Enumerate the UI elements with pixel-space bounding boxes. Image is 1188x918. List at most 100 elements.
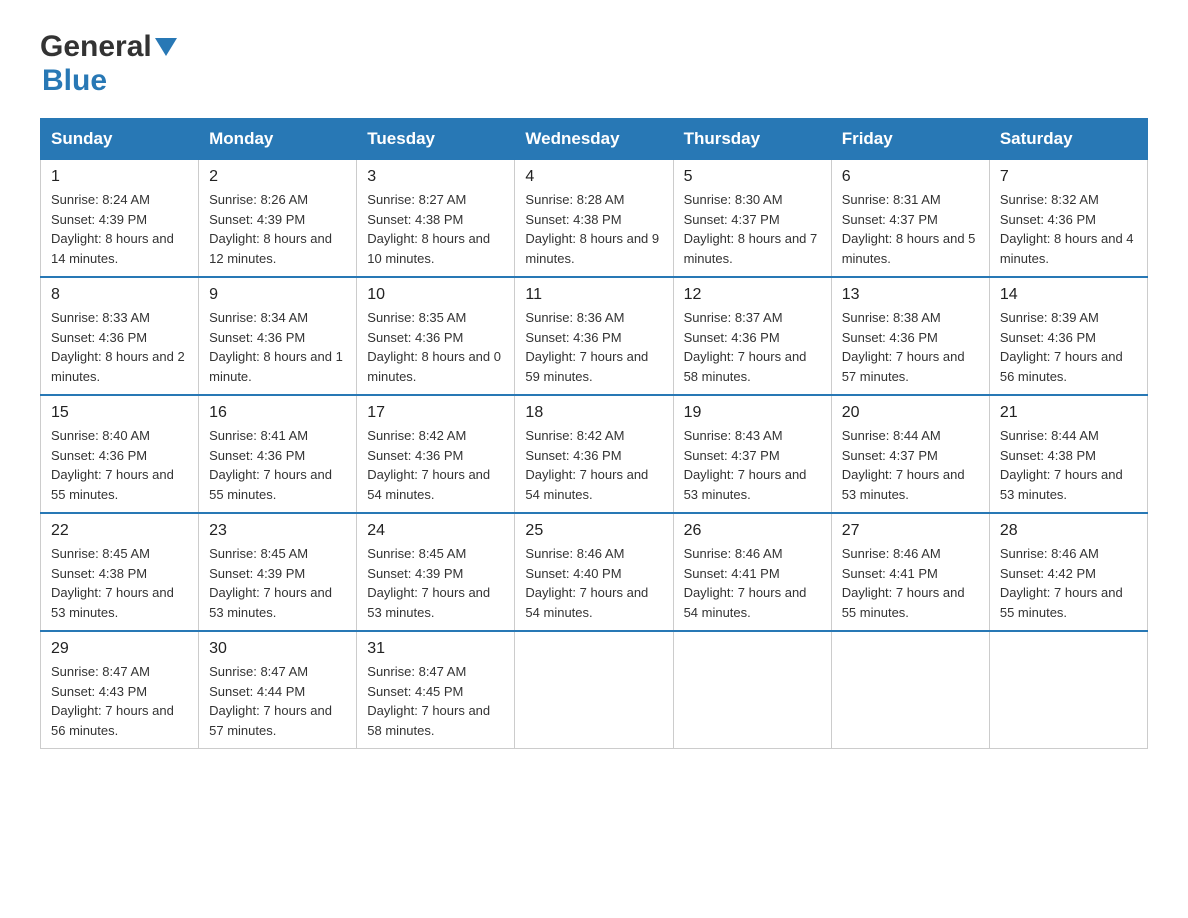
- day-number: 27: [842, 522, 979, 540]
- calendar-day-cell: 12 Sunrise: 8:37 AM Sunset: 4:36 PM Dayl…: [673, 277, 831, 395]
- day-info: Sunrise: 8:35 AM Sunset: 4:36 PM Dayligh…: [367, 308, 504, 386]
- calendar-day-cell: 30 Sunrise: 8:47 AM Sunset: 4:44 PM Dayl…: [199, 631, 357, 749]
- calendar-day-cell: 4 Sunrise: 8:28 AM Sunset: 4:38 PM Dayli…: [515, 160, 673, 278]
- day-info: Sunrise: 8:36 AM Sunset: 4:36 PM Dayligh…: [525, 308, 662, 386]
- day-number: 28: [1000, 522, 1137, 540]
- calendar-day-cell: 19 Sunrise: 8:43 AM Sunset: 4:37 PM Dayl…: [673, 395, 831, 513]
- day-number: 25: [525, 522, 662, 540]
- day-info: Sunrise: 8:27 AM Sunset: 4:38 PM Dayligh…: [367, 190, 504, 268]
- calendar-day-cell: 2 Sunrise: 8:26 AM Sunset: 4:39 PM Dayli…: [199, 160, 357, 278]
- calendar-day-cell: 10 Sunrise: 8:35 AM Sunset: 4:36 PM Dayl…: [357, 277, 515, 395]
- day-info: Sunrise: 8:46 AM Sunset: 4:40 PM Dayligh…: [525, 544, 662, 622]
- calendar-week-row: 15 Sunrise: 8:40 AM Sunset: 4:36 PM Dayl…: [41, 395, 1148, 513]
- day-info: Sunrise: 8:44 AM Sunset: 4:38 PM Dayligh…: [1000, 426, 1137, 504]
- day-number: 24: [367, 522, 504, 540]
- day-number: 8: [51, 286, 188, 304]
- calendar-day-cell: 9 Sunrise: 8:34 AM Sunset: 4:36 PM Dayli…: [199, 277, 357, 395]
- calendar-day-cell: 23 Sunrise: 8:45 AM Sunset: 4:39 PM Dayl…: [199, 513, 357, 631]
- day-info: Sunrise: 8:45 AM Sunset: 4:39 PM Dayligh…: [367, 544, 504, 622]
- calendar-week-row: 1 Sunrise: 8:24 AM Sunset: 4:39 PM Dayli…: [41, 160, 1148, 278]
- day-number: 14: [1000, 286, 1137, 304]
- calendar-day-cell: 1 Sunrise: 8:24 AM Sunset: 4:39 PM Dayli…: [41, 160, 199, 278]
- day-number: 31: [367, 640, 504, 658]
- day-number: 30: [209, 640, 346, 658]
- day-info: Sunrise: 8:37 AM Sunset: 4:36 PM Dayligh…: [684, 308, 821, 386]
- day-number: 5: [684, 168, 821, 186]
- calendar-day-cell: [673, 631, 831, 749]
- page-header: General Blue: [40, 30, 1148, 98]
- day-of-week-header: Friday: [831, 119, 989, 160]
- calendar-day-cell: 20 Sunrise: 8:44 AM Sunset: 4:37 PM Dayl…: [831, 395, 989, 513]
- calendar-day-cell: 16 Sunrise: 8:41 AM Sunset: 4:36 PM Dayl…: [199, 395, 357, 513]
- calendar-day-cell: 24 Sunrise: 8:45 AM Sunset: 4:39 PM Dayl…: [357, 513, 515, 631]
- day-of-week-header: Thursday: [673, 119, 831, 160]
- day-info: Sunrise: 8:30 AM Sunset: 4:37 PM Dayligh…: [684, 190, 821, 268]
- day-number: 1: [51, 168, 188, 186]
- calendar-day-cell: [831, 631, 989, 749]
- day-number: 13: [842, 286, 979, 304]
- day-info: Sunrise: 8:45 AM Sunset: 4:39 PM Dayligh…: [209, 544, 346, 622]
- calendar-day-cell: [515, 631, 673, 749]
- calendar-week-row: 8 Sunrise: 8:33 AM Sunset: 4:36 PM Dayli…: [41, 277, 1148, 395]
- day-number: 18: [525, 404, 662, 422]
- day-info: Sunrise: 8:31 AM Sunset: 4:37 PM Dayligh…: [842, 190, 979, 268]
- calendar-day-cell: 22 Sunrise: 8:45 AM Sunset: 4:38 PM Dayl…: [41, 513, 199, 631]
- day-of-week-header: Tuesday: [357, 119, 515, 160]
- day-number: 2: [209, 168, 346, 186]
- calendar-day-cell: 7 Sunrise: 8:32 AM Sunset: 4:36 PM Dayli…: [989, 160, 1147, 278]
- day-info: Sunrise: 8:43 AM Sunset: 4:37 PM Dayligh…: [684, 426, 821, 504]
- calendar-day-cell: 17 Sunrise: 8:42 AM Sunset: 4:36 PM Dayl…: [357, 395, 515, 513]
- day-info: Sunrise: 8:47 AM Sunset: 4:45 PM Dayligh…: [367, 662, 504, 740]
- day-info: Sunrise: 8:46 AM Sunset: 4:42 PM Dayligh…: [1000, 544, 1137, 622]
- day-number: 16: [209, 404, 346, 422]
- day-info: Sunrise: 8:46 AM Sunset: 4:41 PM Dayligh…: [842, 544, 979, 622]
- logo: General Blue: [40, 30, 177, 98]
- day-info: Sunrise: 8:38 AM Sunset: 4:36 PM Dayligh…: [842, 308, 979, 386]
- day-number: 6: [842, 168, 979, 186]
- day-number: 4: [525, 168, 662, 186]
- calendar-week-row: 22 Sunrise: 8:45 AM Sunset: 4:38 PM Dayl…: [41, 513, 1148, 631]
- calendar-day-cell: 14 Sunrise: 8:39 AM Sunset: 4:36 PM Dayl…: [989, 277, 1147, 395]
- day-number: 12: [684, 286, 821, 304]
- day-number: 11: [525, 286, 662, 304]
- day-number: 19: [684, 404, 821, 422]
- day-number: 10: [367, 286, 504, 304]
- day-info: Sunrise: 8:28 AM Sunset: 4:38 PM Dayligh…: [525, 190, 662, 268]
- calendar-day-cell: 31 Sunrise: 8:47 AM Sunset: 4:45 PM Dayl…: [357, 631, 515, 749]
- logo-general-text: General: [40, 30, 152, 64]
- logo-blue-text: Blue: [42, 64, 107, 97]
- calendar-day-cell: 29 Sunrise: 8:47 AM Sunset: 4:43 PM Dayl…: [41, 631, 199, 749]
- calendar-day-cell: 11 Sunrise: 8:36 AM Sunset: 4:36 PM Dayl…: [515, 277, 673, 395]
- day-number: 20: [842, 404, 979, 422]
- calendar-day-cell: 18 Sunrise: 8:42 AM Sunset: 4:36 PM Dayl…: [515, 395, 673, 513]
- day-info: Sunrise: 8:44 AM Sunset: 4:37 PM Dayligh…: [842, 426, 979, 504]
- day-number: 22: [51, 522, 188, 540]
- day-number: 3: [367, 168, 504, 186]
- day-info: Sunrise: 8:40 AM Sunset: 4:36 PM Dayligh…: [51, 426, 188, 504]
- day-info: Sunrise: 8:24 AM Sunset: 4:39 PM Dayligh…: [51, 190, 188, 268]
- day-info: Sunrise: 8:39 AM Sunset: 4:36 PM Dayligh…: [1000, 308, 1137, 386]
- day-of-week-header: Monday: [199, 119, 357, 160]
- day-number: 9: [209, 286, 346, 304]
- day-info: Sunrise: 8:32 AM Sunset: 4:36 PM Dayligh…: [1000, 190, 1137, 268]
- day-of-week-header: Wednesday: [515, 119, 673, 160]
- calendar-day-cell: 27 Sunrise: 8:46 AM Sunset: 4:41 PM Dayl…: [831, 513, 989, 631]
- day-info: Sunrise: 8:47 AM Sunset: 4:43 PM Dayligh…: [51, 662, 188, 740]
- day-info: Sunrise: 8:26 AM Sunset: 4:39 PM Dayligh…: [209, 190, 346, 268]
- calendar-day-cell: 6 Sunrise: 8:31 AM Sunset: 4:37 PM Dayli…: [831, 160, 989, 278]
- day-info: Sunrise: 8:33 AM Sunset: 4:36 PM Dayligh…: [51, 308, 188, 386]
- day-of-week-header: Saturday: [989, 119, 1147, 160]
- day-info: Sunrise: 8:34 AM Sunset: 4:36 PM Dayligh…: [209, 308, 346, 386]
- day-number: 15: [51, 404, 188, 422]
- calendar-day-cell: [989, 631, 1147, 749]
- calendar-header-row: SundayMondayTuesdayWednesdayThursdayFrid…: [41, 119, 1148, 160]
- calendar-day-cell: 28 Sunrise: 8:46 AM Sunset: 4:42 PM Dayl…: [989, 513, 1147, 631]
- day-info: Sunrise: 8:46 AM Sunset: 4:41 PM Dayligh…: [684, 544, 821, 622]
- calendar-day-cell: 15 Sunrise: 8:40 AM Sunset: 4:36 PM Dayl…: [41, 395, 199, 513]
- day-number: 23: [209, 522, 346, 540]
- calendar-week-row: 29 Sunrise: 8:47 AM Sunset: 4:43 PM Dayl…: [41, 631, 1148, 749]
- day-number: 7: [1000, 168, 1137, 186]
- calendar-day-cell: 25 Sunrise: 8:46 AM Sunset: 4:40 PM Dayl…: [515, 513, 673, 631]
- calendar-table: SundayMondayTuesdayWednesdayThursdayFrid…: [40, 118, 1148, 749]
- calendar-day-cell: 13 Sunrise: 8:38 AM Sunset: 4:36 PM Dayl…: [831, 277, 989, 395]
